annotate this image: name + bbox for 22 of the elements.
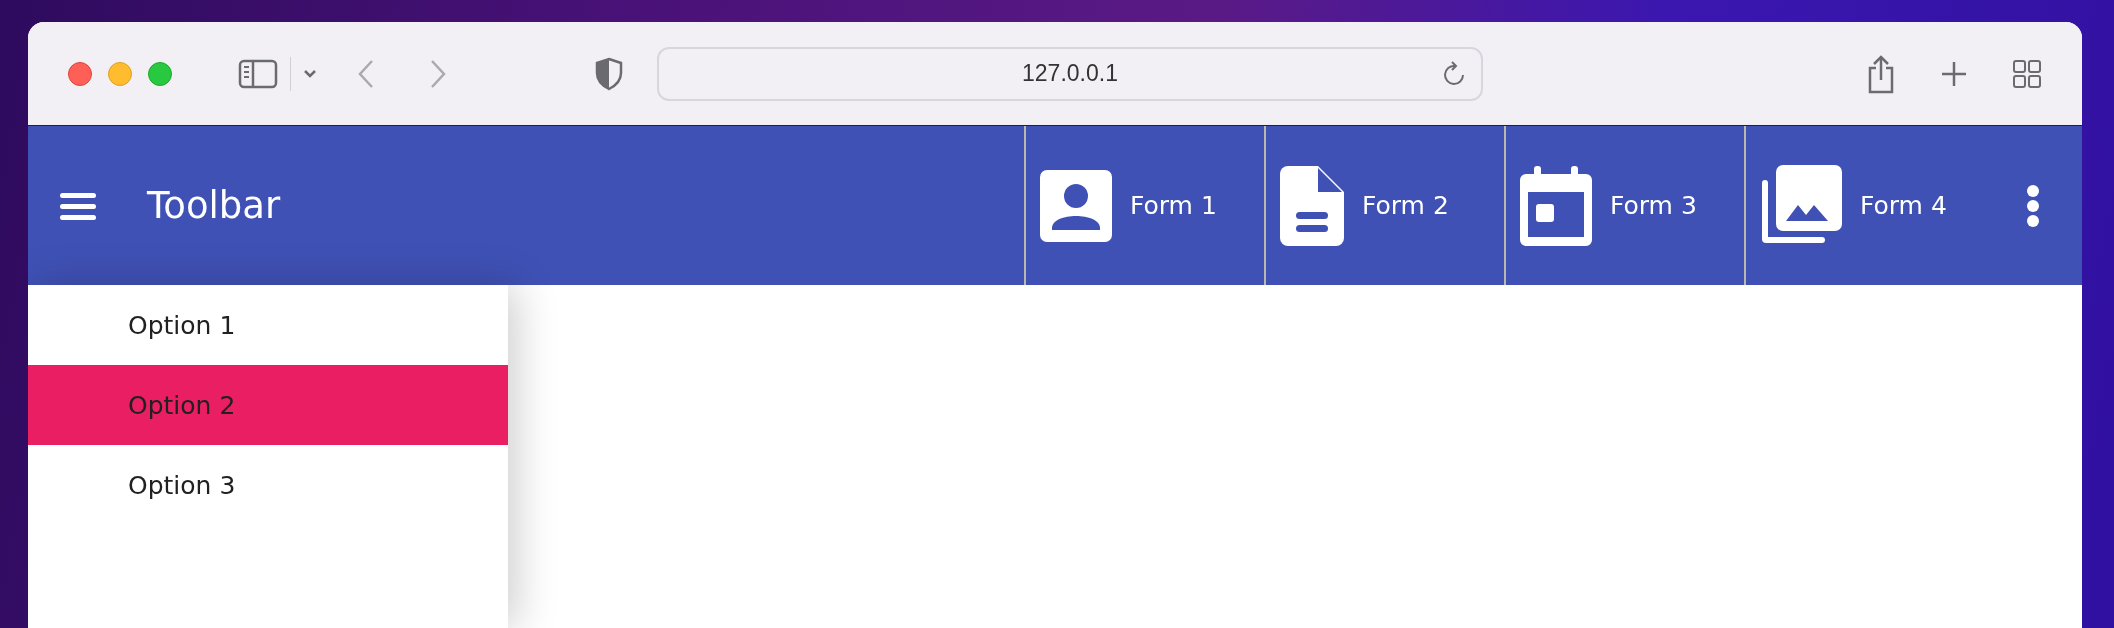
more-options-icon[interactable] bbox=[2026, 183, 2040, 228]
toolbar-tab[interactable]: Form 3 bbox=[1504, 126, 1744, 285]
toolbar-title: Toolbar bbox=[147, 184, 281, 227]
zoom-window-button[interactable] bbox=[148, 61, 172, 86]
drawer-item[interactable]: Option 1 bbox=[28, 285, 508, 365]
close-window-button[interactable] bbox=[68, 61, 92, 86]
calendar-icon bbox=[1520, 165, 1592, 246]
toolbar-tab[interactable]: Form 2 bbox=[1264, 126, 1504, 285]
shield-icon[interactable] bbox=[595, 56, 623, 91]
address-field[interactable]: 127.0.0.1 bbox=[657, 46, 1483, 101]
chevron-down-icon[interactable] bbox=[303, 68, 317, 79]
drawer-item[interactable]: Option 2 bbox=[28, 365, 508, 445]
person-icon bbox=[1040, 169, 1112, 242]
tab-overview-icon[interactable] bbox=[2012, 58, 2042, 89]
reload-icon[interactable] bbox=[1443, 60, 1467, 87]
share-icon[interactable] bbox=[1866, 53, 1896, 94]
drawer-item[interactable]: Option 3 bbox=[28, 445, 508, 525]
new-tab-icon[interactable] bbox=[1940, 59, 1968, 88]
sidebar-toggle-icon[interactable] bbox=[238, 58, 278, 89]
document-icon bbox=[1280, 165, 1344, 246]
toolbar-tab[interactable]: Form 4 bbox=[1744, 126, 1984, 285]
toolbar-tab[interactable]: Form 1 bbox=[1024, 126, 1264, 285]
